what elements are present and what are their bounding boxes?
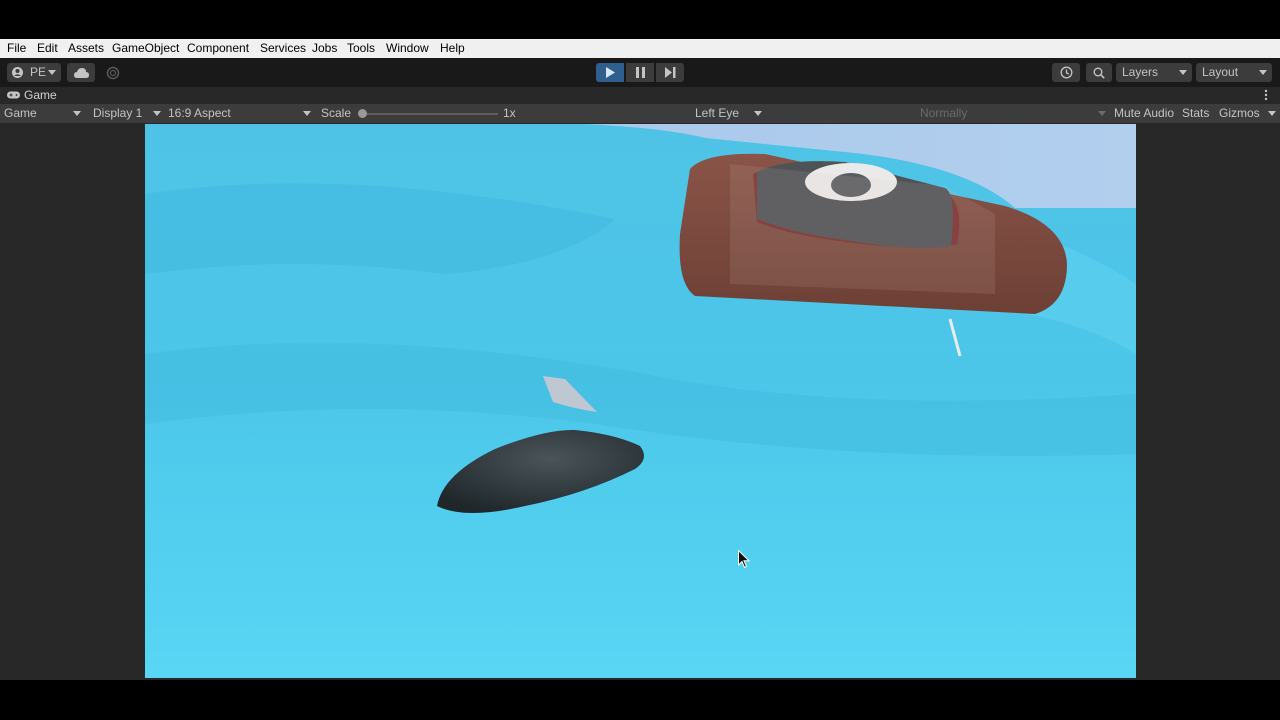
chevron-down-icon: [754, 111, 762, 116]
chevron-down-icon: [303, 111, 311, 116]
view-mode-label: Game: [4, 106, 37, 120]
collab-icon: [106, 66, 120, 80]
layout-label: Layout: [1202, 65, 1239, 79]
bottom-black-bar: [0, 680, 1280, 720]
tab-game[interactable]: Game: [6, 87, 58, 104]
mouse-cursor-icon: [738, 550, 750, 569]
window-tab-bar: Game: [0, 87, 1280, 104]
chevron-down-icon: [48, 70, 56, 75]
scale-value: 1x: [503, 106, 516, 120]
menu-file[interactable]: File: [7, 41, 26, 55]
eye-dropdown[interactable]: Left Eye: [691, 104, 767, 123]
menu-edit[interactable]: Edit: [37, 41, 58, 55]
account-label: PE: [30, 65, 47, 79]
history-button[interactable]: [1052, 63, 1080, 82]
step-icon: [664, 67, 675, 78]
aspect-dropdown[interactable]: 16:9 Aspect: [164, 104, 314, 123]
display-dropdown[interactable]: Display 1: [86, 104, 162, 123]
layers-label: Layers: [1122, 65, 1159, 79]
view-mode-dropdown[interactable]: Game: [0, 104, 84, 123]
menu-component[interactable]: Component: [187, 41, 249, 55]
tab-game-label: Game: [24, 88, 57, 102]
menu-assets[interactable]: Assets: [68, 41, 104, 55]
pause-icon: [635, 67, 645, 78]
scale-slider-handle[interactable]: [358, 109, 367, 118]
gizmos-label: Gizmos: [1219, 106, 1260, 120]
history-icon: [1060, 66, 1072, 79]
scale-slider[interactable]: [358, 109, 498, 118]
menu-services[interactable]: Services: [260, 41, 306, 55]
gizmos-dropdown[interactable]: Gizmos: [1215, 104, 1280, 123]
eye-label: Left Eye: [695, 106, 740, 120]
menu-jobs[interactable]: Jobs: [312, 41, 337, 55]
aspect-label: 16:9 Aspect: [168, 106, 231, 120]
game-view-controls: Game Display 1 16:9 Aspect Scale 1x Left…: [0, 104, 1280, 123]
chevron-down-icon: [1179, 70, 1187, 75]
menu-help[interactable]: Help: [440, 41, 465, 55]
search-icon: [1093, 67, 1105, 79]
search-button[interactable]: [1086, 63, 1112, 82]
account-icon: [12, 67, 23, 78]
display-label: Display 1: [93, 106, 143, 120]
play-button[interactable]: [596, 63, 624, 82]
layers-dropdown[interactable]: Layers: [1116, 63, 1192, 82]
collab-button[interactable]: [106, 66, 120, 80]
play-icon: [606, 67, 615, 78]
mute-audio-toggle[interactable]: Mute Audio: [1114, 104, 1174, 123]
chevron-down-icon: [1259, 70, 1267, 75]
chevron-down-icon: [1098, 111, 1106, 116]
game-viewport[interactable]: [145, 124, 1136, 678]
chevron-down-icon: [73, 111, 81, 116]
account-dropdown[interactable]: PE: [7, 63, 61, 82]
pause-button[interactable]: [626, 63, 654, 82]
menu-window[interactable]: Window: [386, 41, 429, 55]
layout-dropdown[interactable]: Layout: [1196, 63, 1272, 82]
gamepad-icon: [7, 91, 20, 99]
game-scene: [145, 124, 1136, 678]
cloud-button[interactable]: [67, 63, 95, 82]
scale-label: Scale: [321, 106, 352, 120]
play-focus-dropdown[interactable]: Normally: [916, 104, 1108, 123]
chevron-down-icon: [1268, 111, 1276, 116]
menu-gameobject[interactable]: GameObject: [112, 41, 179, 55]
more-options-button[interactable]: [1264, 89, 1270, 102]
stats-toggle[interactable]: Stats: [1182, 104, 1209, 123]
main-toolbar: PE Layers Layout: [0, 58, 1280, 87]
cloud-icon: [73, 67, 89, 78]
menu-tools[interactable]: Tools: [347, 41, 375, 55]
menu-bar: File Edit Assets GameObject Component Se…: [0, 39, 1280, 58]
step-button[interactable]: [656, 63, 684, 82]
more-icon: [1264, 89, 1268, 101]
play-focus-label: Normally: [920, 106, 968, 120]
chevron-down-icon: [153, 111, 161, 116]
